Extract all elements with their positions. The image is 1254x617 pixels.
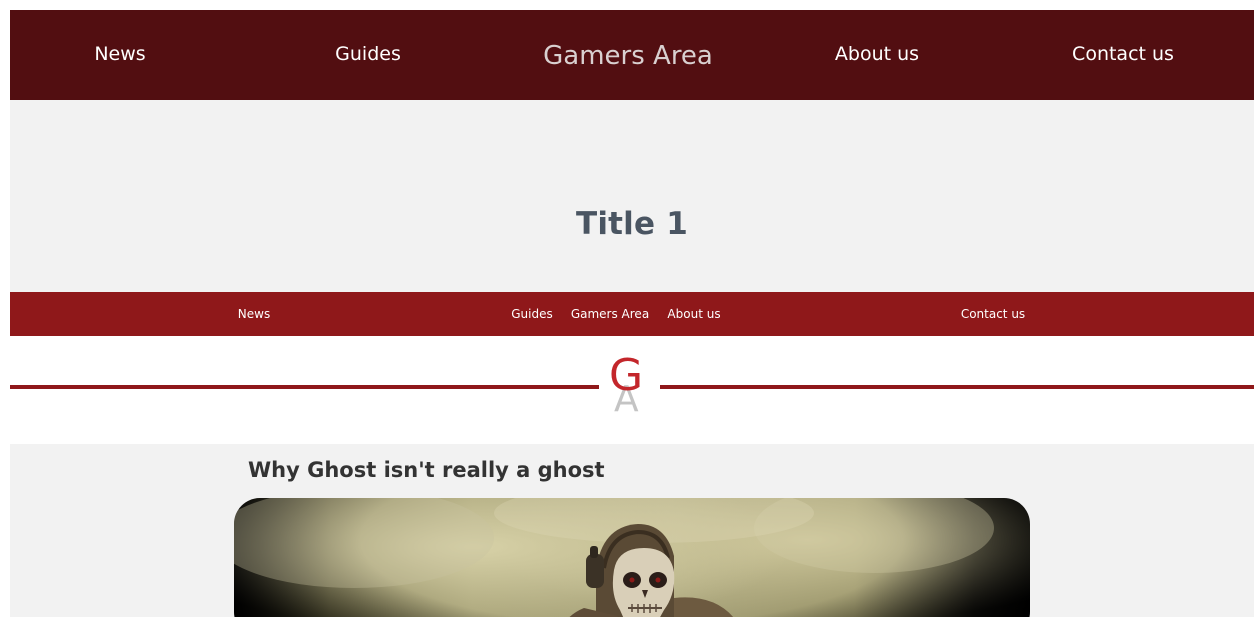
top-nav-contact-link[interactable]: Contact us [1072, 10, 1174, 100]
sub-nav-gamers-area-link[interactable]: Gamers Area [571, 292, 649, 336]
hero-title: Title 1 [575, 206, 688, 242]
sub-nav-contact-link[interactable]: Contact us [961, 292, 1025, 336]
sub-nav-about-link[interactable]: About us [667, 292, 720, 336]
secondary-nav: News Guides Gamers Area About us Contact… [10, 292, 1254, 336]
hero-section: Title 1 [10, 100, 1254, 292]
top-nav: News Guides Gamers Area About us Contact… [10, 10, 1254, 100]
top-nav-about-link[interactable]: About us [835, 10, 919, 100]
ga-logo[interactable]: A G [604, 350, 656, 426]
article-image[interactable] [234, 498, 1030, 617]
top-nav-guides-link[interactable]: Guides [335, 10, 401, 100]
sub-nav-guides-link[interactable]: Guides [511, 292, 553, 336]
article-section: Why Ghost isn't really a ghost [10, 444, 1254, 617]
page: News Guides Gamers Area About us Contact… [0, 0, 1254, 617]
top-nav-news-link[interactable]: News [94, 10, 145, 100]
divider-line-left [10, 385, 599, 389]
sub-nav-news-link[interactable]: News [238, 292, 270, 336]
article-title[interactable]: Why Ghost isn't really a ghost [248, 458, 605, 482]
logo-letter-g: G [609, 350, 644, 401]
divider-line-right [660, 385, 1254, 389]
soldier-skull-mask-image-icon [234, 498, 994, 617]
top-nav-brand-link[interactable]: Gamers Area [543, 10, 713, 100]
